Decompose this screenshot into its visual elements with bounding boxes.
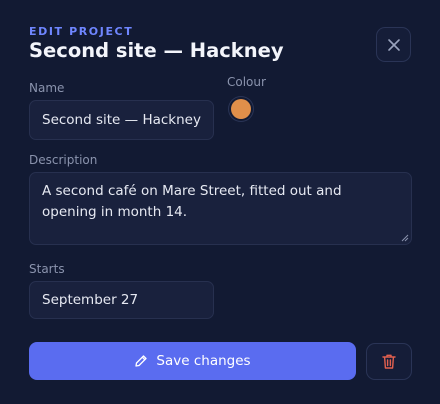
trash-icon (382, 354, 396, 369)
colour-label: Colour (227, 75, 266, 89)
description-text: A second café on Mare Street, fitted out… (42, 183, 342, 220)
close-button[interactable] (376, 27, 411, 62)
description-label: Description (29, 153, 98, 167)
starts-date-field[interactable]: September 27 (29, 281, 214, 319)
resize-handle-icon[interactable] (401, 234, 409, 242)
save-changes-button[interactable]: Save changes (29, 342, 356, 380)
save-changes-label: Save changes (156, 353, 251, 369)
name-label: Name (29, 81, 65, 95)
delete-project-button[interactable] (366, 343, 412, 380)
pencil-icon (135, 355, 148, 367)
description-field[interactable]: A second café on Mare Street, fitted out… (29, 172, 412, 245)
name-field[interactable]: Second site — Hackney (29, 100, 214, 140)
page-title: Second site — Hackney (29, 39, 284, 62)
close-icon (387, 38, 400, 51)
colour-swatch[interactable] (231, 99, 251, 119)
section-kicker: EDIT PROJECT (29, 25, 134, 38)
starts-label: Starts (29, 262, 65, 276)
